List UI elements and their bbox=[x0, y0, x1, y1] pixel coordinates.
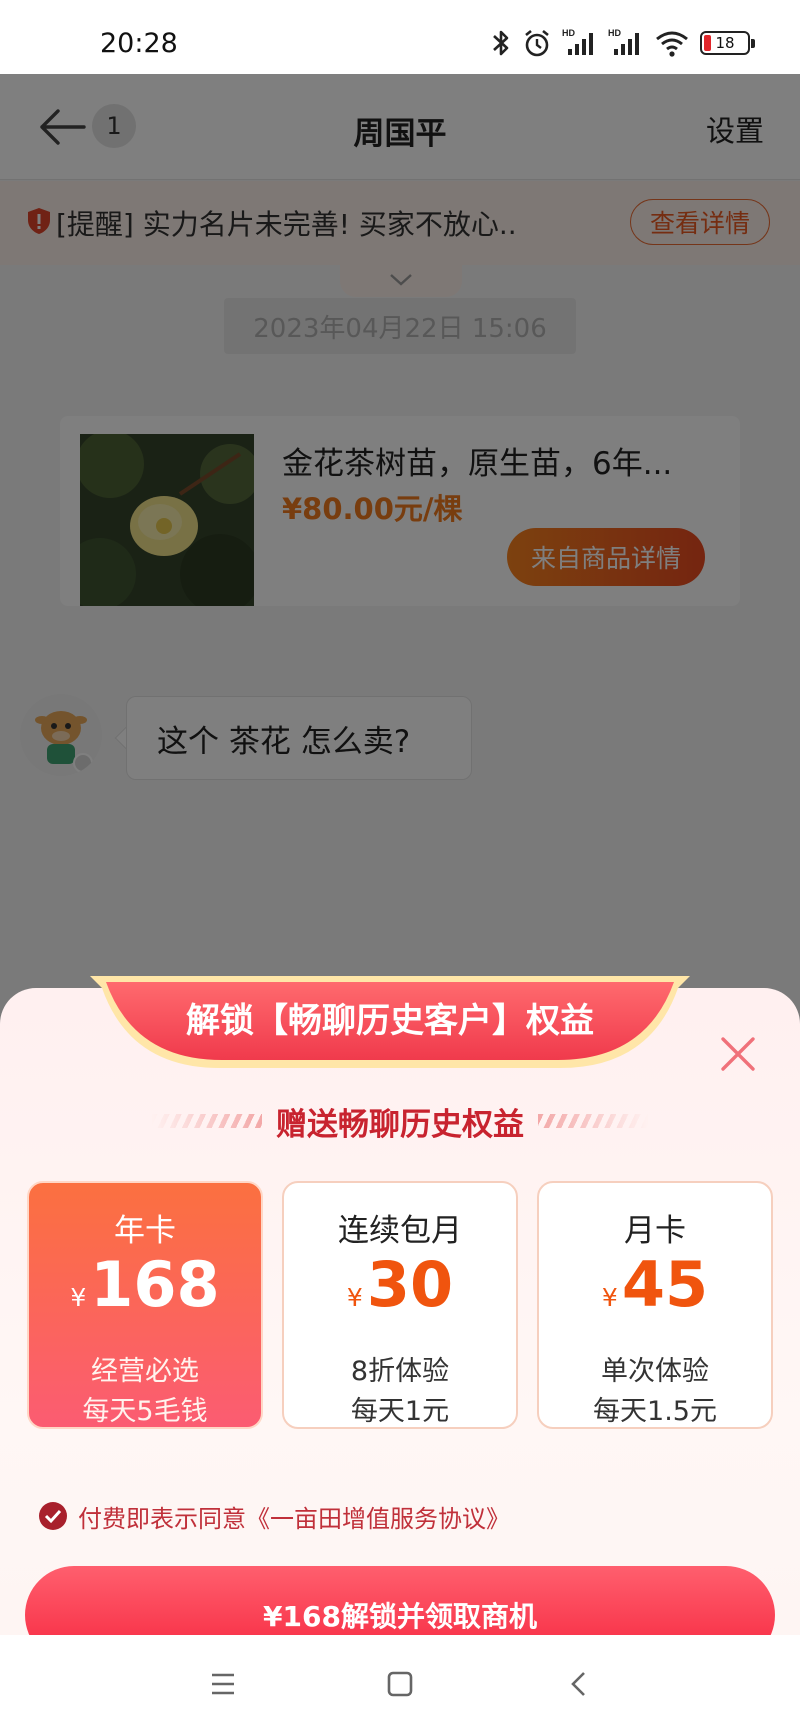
plan-card-annual[interactable]: 年卡 ¥ 168 经营必选 每天5毛钱 bbox=[27, 1181, 263, 1429]
plan-card-auto-monthly[interactable]: 连续包月 ¥ 30 8折体验 每天1元 bbox=[282, 1181, 518, 1429]
plan-currency: ¥ bbox=[601, 1283, 618, 1312]
decor-stripes-left bbox=[152, 1114, 262, 1128]
unlock-banner-text: 解锁【畅聊历史客户】权益 bbox=[186, 1001, 594, 1041]
agreement-checkbox[interactable] bbox=[38, 1501, 68, 1531]
alarm-icon bbox=[525, 29, 549, 57]
status-time: 20:28 bbox=[100, 28, 178, 59]
plan-desc-2: 每天1.5元 bbox=[593, 1396, 717, 1427]
plan-desc-1: 单次体验 bbox=[601, 1356, 709, 1387]
signal-hd-icon: HD bbox=[562, 28, 593, 55]
status-icons: HD HD 18 bbox=[490, 26, 755, 60]
signal-hd-icon-2: HD bbox=[608, 28, 639, 55]
plan-desc-1: 8折体验 bbox=[350, 1356, 450, 1387]
decor-stripes-right bbox=[538, 1114, 648, 1128]
svg-text:HD: HD bbox=[562, 28, 575, 38]
plan-amount: 168 bbox=[90, 1248, 220, 1321]
bluetooth-icon bbox=[493, 30, 509, 56]
plan-name: 连续包月 bbox=[338, 1213, 462, 1249]
system-nav-bar bbox=[0, 1635, 800, 1733]
plan-amount: 45 bbox=[621, 1248, 709, 1321]
chat-screen: 1 周国平 设置 [提醒] 实力名片未完善! 买家不放心.. 查看详情 2023… bbox=[0, 74, 800, 1709]
battery-level: 18 bbox=[715, 34, 735, 52]
plan-amount: 30 bbox=[366, 1248, 454, 1321]
plan-name: 年卡 bbox=[114, 1213, 176, 1249]
status-bar: 20:28 HD HD 18 bbox=[0, 0, 800, 74]
unlock-sheet: 解锁【畅聊历史客户】权益 赠送畅聊历史权益 年卡 ¥ 168 经营必选 每天5毛… bbox=[0, 976, 800, 1709]
plan-price: ¥ 168 bbox=[29, 1245, 261, 1325]
subtitle-row: 赠送畅聊历史权益 bbox=[0, 1098, 800, 1144]
plan-desc-1: 经营必选 bbox=[91, 1356, 199, 1387]
plan-desc-2: 每天1元 bbox=[350, 1396, 450, 1427]
plan-currency: ¥ bbox=[346, 1283, 363, 1312]
battery-icon: 18 bbox=[700, 31, 755, 55]
menu-icon[interactable] bbox=[210, 1671, 236, 1697]
plan-desc-2: 每天5毛钱 bbox=[82, 1396, 208, 1427]
sheet-subtitle: 赠送畅聊历史权益 bbox=[276, 1106, 524, 1143]
agreement-link[interactable]: 付费即表示同意《一亩田增值服务协议》 bbox=[78, 1499, 510, 1534]
close-icon[interactable] bbox=[718, 1034, 758, 1074]
agreement-row: 付费即表示同意《一亩田增值服务协议》 bbox=[38, 1499, 510, 1534]
plan-name: 月卡 bbox=[624, 1213, 686, 1249]
back-chevron-icon[interactable] bbox=[566, 1671, 592, 1697]
plan-card-monthly[interactable]: 月卡 ¥ 45 单次体验 每天1.5元 bbox=[537, 1181, 773, 1429]
plan-price: ¥ 30 bbox=[284, 1245, 516, 1325]
plan-price: ¥ 45 bbox=[539, 1245, 771, 1325]
svg-text:HD: HD bbox=[608, 28, 621, 38]
unlock-banner: 解锁【畅聊历史客户】权益 bbox=[90, 976, 690, 1068]
home-square-icon[interactable] bbox=[387, 1671, 413, 1697]
screen: 20:28 HD HD 18 解锁【畅聊历史客户】权益 赠送畅聊历史权益 年卡 … bbox=[0, 0, 800, 1733]
wifi-icon bbox=[656, 31, 688, 57]
plan-currency: ¥ bbox=[70, 1283, 87, 1312]
